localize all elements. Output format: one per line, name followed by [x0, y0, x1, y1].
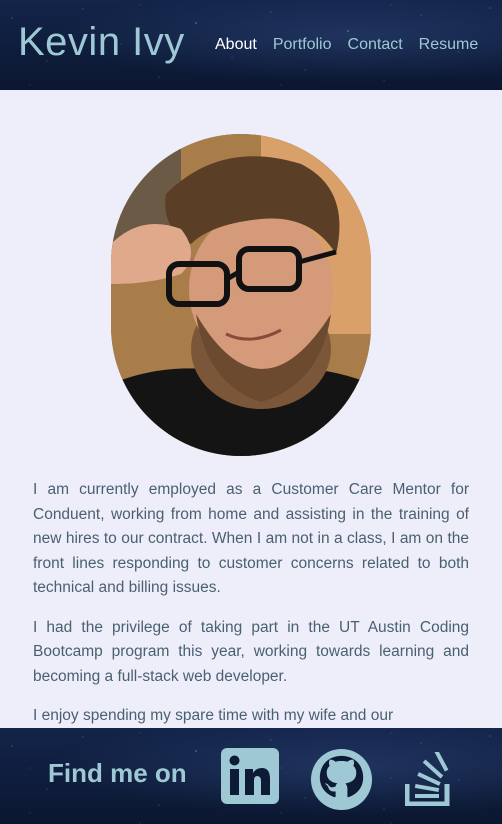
nav-resume[interactable]: Resume [419, 36, 479, 54]
site-title[interactable]: Kevin Ivy [18, 20, 185, 65]
bio-paragraph-2: I had the privilege of taking part in th… [33, 618, 469, 685]
linkedin-icon [221, 748, 279, 804]
find-me-label: Find me on [48, 758, 187, 788]
stack-overflow-icon [405, 752, 450, 806]
nav-portfolio[interactable]: Portfolio [273, 36, 332, 54]
nav-contact[interactable]: Contact [348, 36, 403, 54]
github-icon [310, 748, 373, 811]
site-header: Kevin Ivy About Portfolio Contact Resume [0, 0, 502, 90]
github-link[interactable] [310, 748, 373, 811]
bio-paragraph-3: I enjoy spending my spare time with my w… [33, 707, 394, 724]
nav-about[interactable]: About [215, 36, 257, 54]
profile-photo [111, 134, 371, 456]
main-nav: About Portfolio Contact Resume [215, 36, 478, 54]
stack-overflow-link[interactable] [405, 752, 453, 806]
bio-text: I am currently employed as a Customer Ca… [33, 478, 469, 728]
bio-paragraph-1: I am currently employed as a Customer Ca… [33, 481, 469, 596]
profile-photo-image [111, 134, 371, 456]
about-section: I am currently employed as a Customer Ca… [0, 90, 502, 728]
linkedin-link[interactable] [221, 748, 279, 804]
